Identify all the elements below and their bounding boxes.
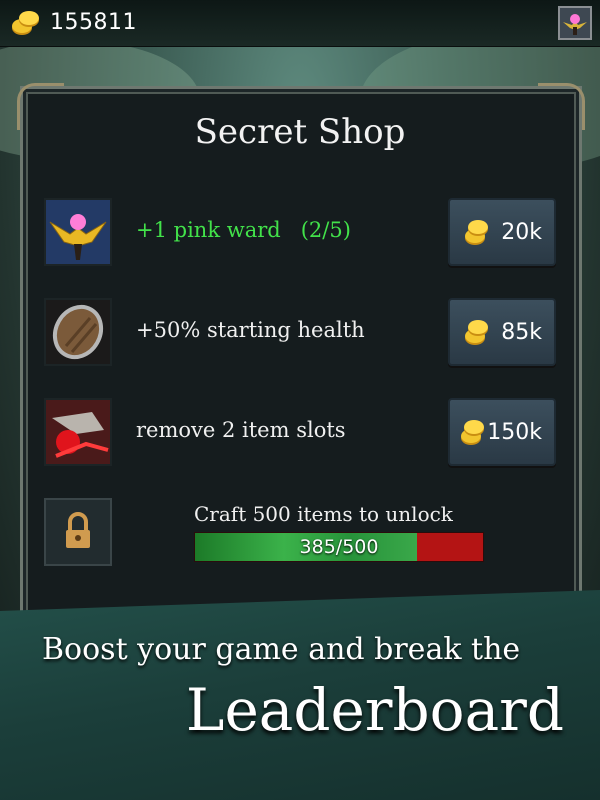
shop-item-remove-slots: remove 2 item slots 150k	[44, 398, 556, 466]
price-label: 20k	[501, 220, 542, 245]
gold-coins-icon	[465, 220, 488, 245]
price-label: 85k	[501, 320, 542, 345]
shop-title: Secret Shop	[194, 112, 406, 152]
shop-item-locked: Craft 500 items to unlock 385/500	[44, 498, 556, 566]
item-label: remove 2 item slots	[136, 418, 346, 442]
shop-item-starting-health: +50% starting health 85k	[44, 298, 556, 366]
buy-remove-slots-button[interactable]: 150k	[448, 398, 556, 466]
promo-tagline: Boost your game and break the	[42, 632, 521, 667]
buy-pink-ward-button[interactable]: 20k	[448, 198, 556, 266]
gold-coins-icon	[465, 320, 488, 345]
gold-coins-icon	[461, 420, 484, 445]
progress-label: 385/500	[299, 536, 379, 558]
red-gauntlet-icon	[44, 398, 112, 466]
shield-icon	[44, 298, 112, 366]
gold-coins-icon	[12, 11, 39, 35]
craft-progress-bar: 385/500	[194, 532, 484, 562]
pink-ward-button[interactable]	[558, 6, 592, 40]
locked-slot	[44, 498, 112, 566]
buy-starting-health-button[interactable]: 85k	[448, 298, 556, 366]
top-bar: 155811	[0, 0, 600, 47]
padlock-icon	[66, 512, 90, 548]
winged-pink-ward-icon	[44, 198, 112, 266]
promo-headline: Leaderboard	[185, 676, 564, 744]
item-label: +1 pink ward (2/5)	[136, 218, 351, 242]
item-label: +50% starting health	[136, 318, 365, 342]
shop-item-pink-ward: +1 pink ward (2/5) 20k	[44, 198, 556, 266]
price-label: 150k	[487, 420, 542, 445]
pink-ward-icon	[563, 14, 587, 35]
gold-balance: 155811	[50, 10, 137, 35]
unlock-requirement: Craft 500 items to unlock	[194, 502, 453, 526]
